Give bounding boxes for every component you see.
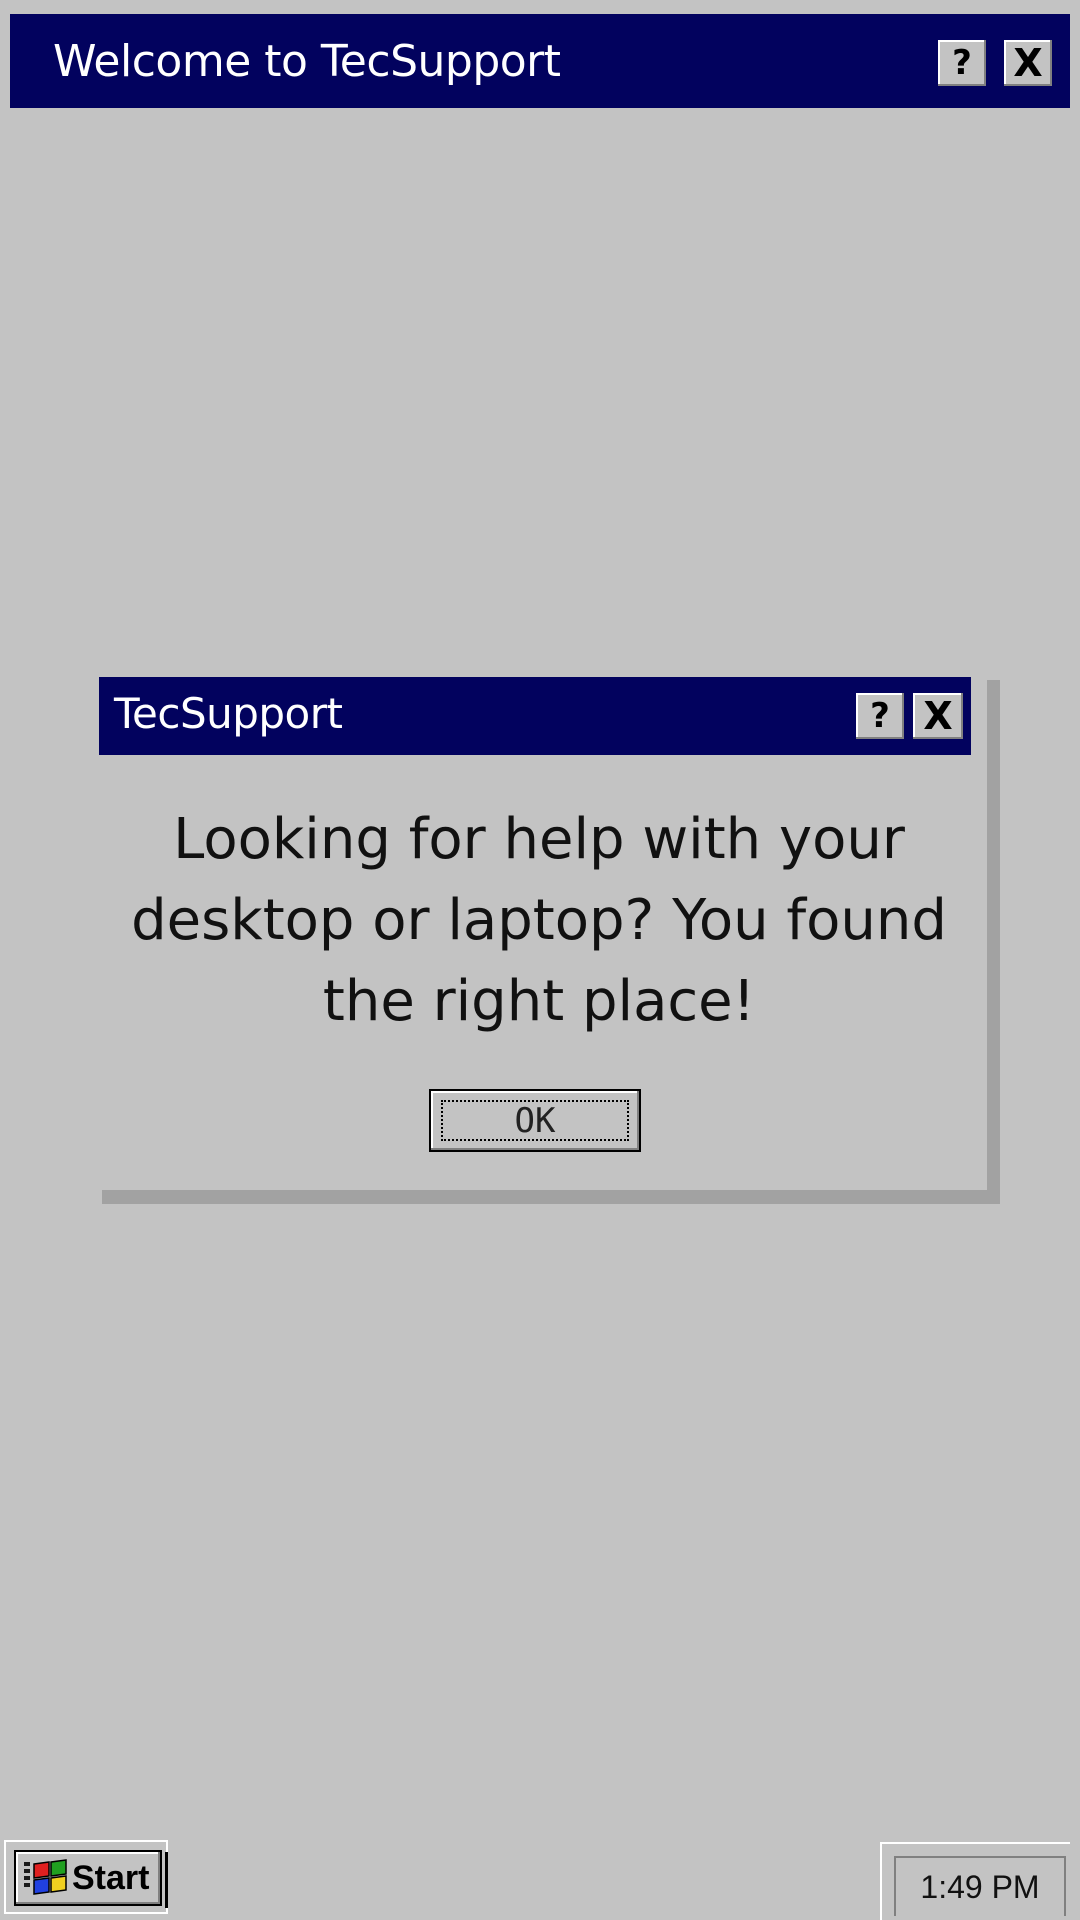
dialog-title: TecSupport: [114, 689, 343, 738]
clock[interactable]: 1:49 PM: [894, 1856, 1066, 1916]
dialog-shadow: [987, 680, 1000, 1204]
main-help-button[interactable]: ?: [938, 40, 986, 86]
clock-time: 1:49 PM: [920, 1868, 1040, 1905]
start-label: Start: [72, 1858, 150, 1897]
dialog-help-button[interactable]: ?: [856, 693, 904, 739]
help-icon: ?: [952, 43, 972, 83]
system-tray: 1:49 PM: [880, 1842, 1070, 1920]
ok-button[interactable]: OK: [429, 1089, 641, 1152]
taskbar-separator: [165, 1852, 168, 1908]
main-window-titlebar: Welcome to TecSupport ? X: [10, 14, 1070, 108]
dialog-titlebar[interactable]: TecSupport ? X: [99, 677, 971, 755]
dialog-close-button[interactable]: X: [913, 693, 963, 739]
tecsupport-dialog: TecSupport ? X Looking for help with you…: [99, 677, 987, 1190]
close-icon: X: [923, 694, 953, 738]
help-icon: ?: [870, 696, 890, 736]
windows-logo-icon: [24, 1859, 67, 1895]
main-window-title: Welcome to TecSupport: [53, 35, 561, 87]
dialog-message: Looking for help with your desktop or la…: [131, 807, 947, 1034]
close-icon: X: [1013, 41, 1043, 85]
ok-button-label: OK: [514, 1100, 556, 1141]
start-button-face[interactable]: Start: [14, 1850, 162, 1906]
dialog-shadow: [102, 1190, 1000, 1204]
start-button[interactable]: Start: [4, 1840, 168, 1914]
main-close-button[interactable]: X: [1004, 40, 1052, 86]
